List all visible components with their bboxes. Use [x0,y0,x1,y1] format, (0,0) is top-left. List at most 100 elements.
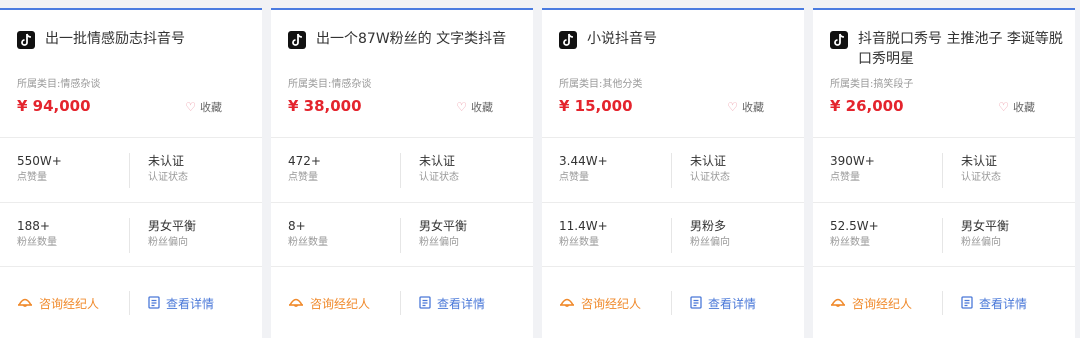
verify-value: 未认证 [419,154,456,168]
price: ¥ 26,000 [830,97,904,115]
divider [271,202,533,203]
account-card[interactable]: 出一个87W粉丝的 文字类抖音 所属类目:情感杂谈 ¥ 38,000 ♡ 收藏 4… [271,8,533,338]
category-label: 所属类目:搞笑段子 [830,79,914,90]
view-detail-button[interactable]: 查看详情 [148,295,214,312]
likes-label: 点赞量 [288,172,318,183]
verify-stat: 未认证 认证状态 [148,153,188,185]
divider [271,137,533,138]
detail-label: 查看详情 [708,297,757,311]
heart-outline-icon: ♡ [727,100,738,114]
gender-stat: 男女平衡 粉丝偏向 [419,218,467,250]
view-detail-button[interactable]: 查看详情 [419,295,485,312]
divider [129,153,130,188]
favorite-button[interactable]: ♡ 收藏 [998,99,1035,115]
fans-stat: 188+ 粉丝数量 [17,218,57,250]
consult-label: 咨询经纪人 [852,297,913,311]
gender-value: 男粉多 [690,219,727,233]
verify-value: 未认证 [961,154,998,168]
divider [942,153,943,188]
divider [542,266,804,267]
category-label: 所属类目:情感杂谈 [17,79,101,90]
heart-outline-icon: ♡ [998,100,1009,114]
gender-label: 粉丝偏向 [419,237,459,248]
document-icon [690,295,702,312]
card-title[interactable]: 抖音脱口秀号 主推池子 李诞等脱口秀明星 [858,29,1068,69]
gender-stat: 男女平衡 粉丝偏向 [148,218,196,250]
gender-label: 粉丝偏向 [148,237,188,248]
account-card-grid: 出一批情感励志抖音号 所属类目:情感杂谈 ¥ 94,000 ♡ 收藏 550W+ 点… [0,0,1080,338]
document-icon [148,295,160,312]
divider [813,202,1075,203]
likes-value: 550W+ [17,154,62,168]
view-detail-button[interactable]: 查看详情 [961,295,1027,312]
category-label: 所属类目:情感杂谈 [288,79,372,90]
fans-label: 粉丝数量 [559,237,599,248]
divider [813,137,1075,138]
consult-agent-button[interactable]: 咨询经纪人 [288,295,370,312]
verify-stat: 未认证 认证状态 [961,153,1001,185]
fans-label: 粉丝数量 [17,237,57,248]
favorite-label: 收藏 [742,101,764,114]
divider [129,291,130,315]
consult-agent-button[interactable]: 咨询经纪人 [17,295,99,312]
fans-value: 11.4W+ [559,219,608,233]
consult-agent-button[interactable]: 咨询经纪人 [830,295,912,312]
price: ¥ 94,000 [17,97,91,115]
account-card[interactable]: 小说抖音号 所属类目:其他分类 ¥ 15,000 ♡ 收藏 3.44W+ 点赞量 未… [542,8,804,338]
account-card[interactable]: 出一批情感励志抖音号 所属类目:情感杂谈 ¥ 94,000 ♡ 收藏 550W+ 点… [0,8,262,338]
favorite-button[interactable]: ♡ 收藏 [456,99,493,115]
consult-label: 咨询经纪人 [581,297,642,311]
card-title[interactable]: 小说抖音号 [587,29,797,49]
fans-value: 8+ [288,219,306,233]
fans-stat: 8+ 粉丝数量 [288,218,328,250]
account-card[interactable]: 抖音脱口秀号 主推池子 李诞等脱口秀明星 所属类目:搞笑段子 ¥ 26,000 … [813,8,1075,338]
likes-label: 点赞量 [559,172,589,183]
favorite-label: 收藏 [1013,101,1035,114]
heart-outline-icon: ♡ [456,100,467,114]
document-icon [961,295,973,312]
consult-label: 咨询经纪人 [39,297,100,311]
consult-agent-button[interactable]: 咨询经纪人 [559,295,641,312]
divider [129,218,130,253]
fans-label: 粉丝数量 [830,237,870,248]
card-header: 抖音脱口秀号 主推池子 李诞等脱口秀明星 [830,29,1065,69]
divider [0,202,262,203]
fans-value: 52.5W+ [830,219,879,233]
divider [542,202,804,203]
likes-value: 3.44W+ [559,154,608,168]
divider [813,266,1075,267]
view-detail-button[interactable]: 查看详情 [690,295,756,312]
tiktok-logo-icon [17,31,35,49]
divider [942,291,943,315]
divider [542,137,804,138]
fans-value: 188+ [17,219,50,233]
document-icon [419,295,431,312]
gender-label: 粉丝偏向 [961,237,1001,248]
divider [271,266,533,267]
favorite-button[interactable]: ♡ 收藏 [185,99,222,115]
favorite-button[interactable]: ♡ 收藏 [727,99,764,115]
gender-value: 男女平衡 [961,219,1010,233]
detail-label: 查看详情 [979,297,1028,311]
likes-stat: 472+ 点赞量 [288,153,321,185]
divider [671,218,672,253]
card-title[interactable]: 出一个87W粉丝的 文字类抖音 [316,29,526,49]
divider [942,218,943,253]
likes-stat: 3.44W+ 点赞量 [559,153,608,185]
card-title[interactable]: 出一批情感励志抖音号 [45,29,255,49]
gender-label: 粉丝偏向 [690,237,730,248]
consult-label: 咨询经纪人 [310,297,371,311]
gender-stat: 男粉多 粉丝偏向 [690,218,730,250]
category-label: 所属类目:其他分类 [559,79,643,90]
likes-label: 点赞量 [17,172,47,183]
tiktok-logo-icon [830,31,848,49]
favorite-label: 收藏 [471,101,493,114]
verify-label: 认证状态 [419,172,459,183]
card-header: 小说抖音号 [559,29,794,69]
verify-value: 未认证 [148,154,185,168]
gender-stat: 男女平衡 粉丝偏向 [961,218,1009,250]
favorite-label: 收藏 [200,101,222,114]
divider [400,291,401,315]
likes-value: 472+ [288,154,321,168]
card-header: 出一个87W粉丝的 文字类抖音 [288,29,523,69]
